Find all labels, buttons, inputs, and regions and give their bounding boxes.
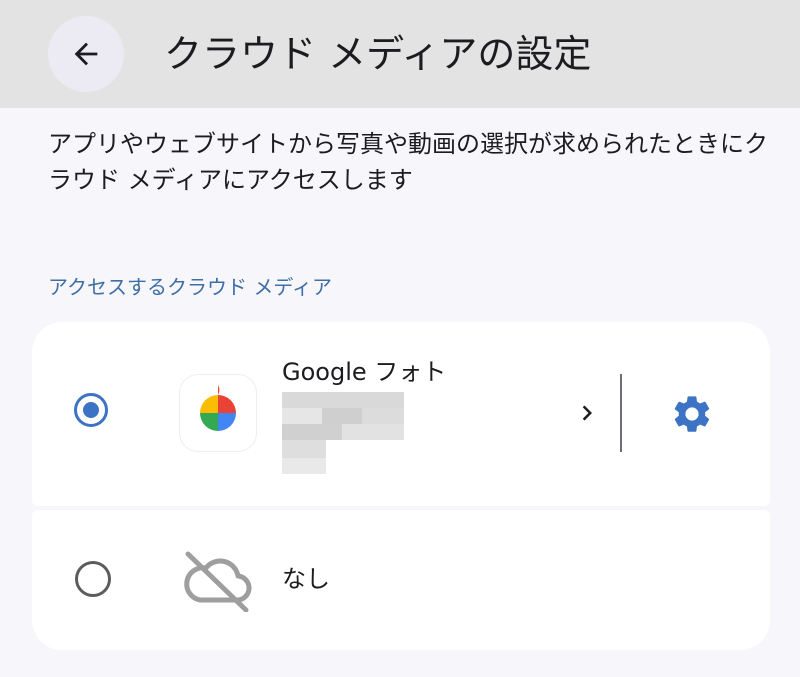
- radio-button-selected[interactable]: [74, 393, 108, 427]
- gear-icon: [674, 396, 710, 432]
- top-app-bar: クラウド メディアの設定: [0, 0, 800, 108]
- provider-settings-button[interactable]: [670, 392, 714, 436]
- arrow-back-icon: [74, 42, 98, 66]
- cloud-off-icon: [180, 548, 256, 613]
- google-photos-icon: [180, 375, 256, 451]
- page-title: クラウド メディアの設定: [164, 32, 592, 76]
- section-header: アクセスするクラウド メディア: [48, 275, 332, 299]
- page-description: アプリやウェブサイトから写真や動画の選択が求められたときにクラウド メディアにア…: [48, 130, 768, 194]
- provider-row-none[interactable]: [32, 510, 770, 650]
- provider-name: Google フォト: [282, 358, 447, 386]
- back-button[interactable]: [48, 16, 124, 92]
- radio-button-unselected[interactable]: [75, 561, 111, 597]
- radio-dot: [83, 402, 99, 418]
- chevron-right-icon: [582, 405, 592, 421]
- account-name-redacted: [282, 392, 404, 476]
- provider-name-none: なし: [282, 565, 330, 593]
- provider-details-button[interactable]: [570, 393, 604, 433]
- vertical-divider: [620, 374, 622, 452]
